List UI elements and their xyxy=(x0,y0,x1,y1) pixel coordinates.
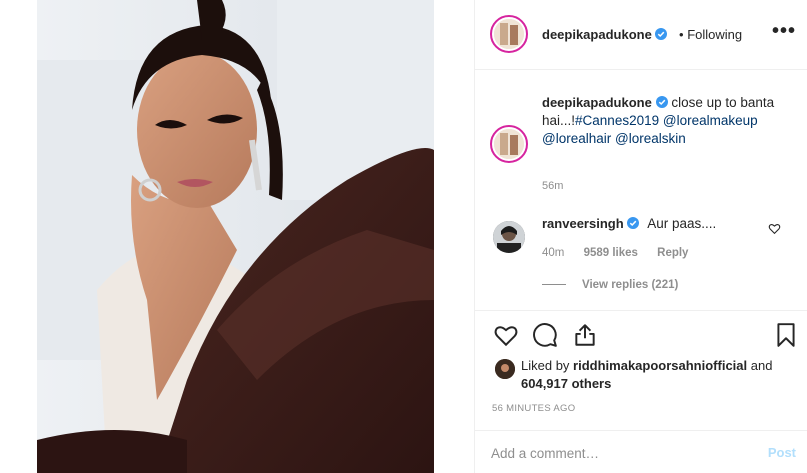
replies-line-divider xyxy=(542,284,566,285)
post-photo[interactable] xyxy=(37,0,434,473)
author-avatar[interactable] xyxy=(490,15,528,53)
caption-username[interactable]: deepikapadukone xyxy=(542,95,652,110)
view-replies-button[interactable]: View replies (221) xyxy=(542,279,678,291)
liker-avatar[interactable] xyxy=(495,359,515,379)
like-heart-icon[interactable] xyxy=(493,322,519,348)
liked-by-and: and xyxy=(750,358,773,373)
comment-text: ranveersingh Aur paas.... xyxy=(542,216,716,231)
hashtag-link[interactable]: #Cannes2019 xyxy=(575,113,659,128)
share-icon[interactable] xyxy=(572,322,598,348)
author-username[interactable]: deepikapadukone xyxy=(542,27,652,42)
add-comment-bar: Post xyxy=(475,430,807,473)
comment-body: Aur paas.... xyxy=(647,216,717,231)
caption-text: deepikapadukone close up to banta hai...… xyxy=(542,94,782,148)
post-photo-image xyxy=(37,0,434,473)
caption-timestamp[interactable]: 56m xyxy=(542,180,563,192)
mention-lorealhair[interactable]: @lorealhair xyxy=(542,131,611,146)
liked-by-prefix: Liked by xyxy=(521,358,570,373)
more-options-icon[interactable]: ••• xyxy=(772,20,796,43)
post-side-panel: deepikapadukone • Following ••• deepikap… xyxy=(474,0,807,473)
comment-meta: 40m 9589 likes Reply xyxy=(542,247,704,259)
comment-time[interactable]: 40m xyxy=(542,247,564,259)
post-header: deepikapadukone • Following ••• xyxy=(475,0,807,70)
comment-likes-count[interactable]: 9589 likes xyxy=(584,247,638,259)
post-comment-button[interactable]: Post xyxy=(768,445,796,460)
liked-by-text: Liked by riddhimakapoorsahniofficial and… xyxy=(521,357,791,393)
mention-lorealmakeup[interactable]: @lorealmakeup xyxy=(663,113,758,128)
verified-badge-icon xyxy=(655,28,668,40)
following-button[interactable]: Following xyxy=(687,27,742,42)
commenter-avatar[interactable] xyxy=(493,221,525,253)
comment-bubble-icon[interactable] xyxy=(532,322,558,348)
commenter-username[interactable]: ranveersingh xyxy=(542,216,624,231)
instagram-post-dialog: deepikapadukone • Following ••• deepikap… xyxy=(0,0,807,473)
comment-like-heart-icon[interactable] xyxy=(768,222,781,235)
post-timestamp[interactable]: 56 MINUTES AGO xyxy=(492,403,575,414)
view-replies-label: View replies (221) xyxy=(582,279,679,291)
separator-dot: • xyxy=(679,27,684,42)
add-comment-input[interactable] xyxy=(491,443,751,463)
verified-badge-icon xyxy=(655,96,668,108)
caption-author-avatar[interactable] xyxy=(490,125,528,163)
verified-badge-icon xyxy=(627,217,640,229)
author-username-block: deepikapadukone xyxy=(542,27,668,42)
likes-count[interactable]: 604,917 others xyxy=(521,376,611,391)
reply-button[interactable]: Reply xyxy=(657,247,688,259)
follow-status[interactable]: • Following xyxy=(679,27,742,42)
post-actions: Liked by riddhimakapoorsahniofficial and… xyxy=(475,310,807,414)
liker-username[interactable]: riddhimakapoorsahniofficial xyxy=(573,358,747,373)
save-bookmark-icon[interactable] xyxy=(773,322,799,348)
mention-lorealskin[interactable]: @lorealskin xyxy=(615,131,686,146)
